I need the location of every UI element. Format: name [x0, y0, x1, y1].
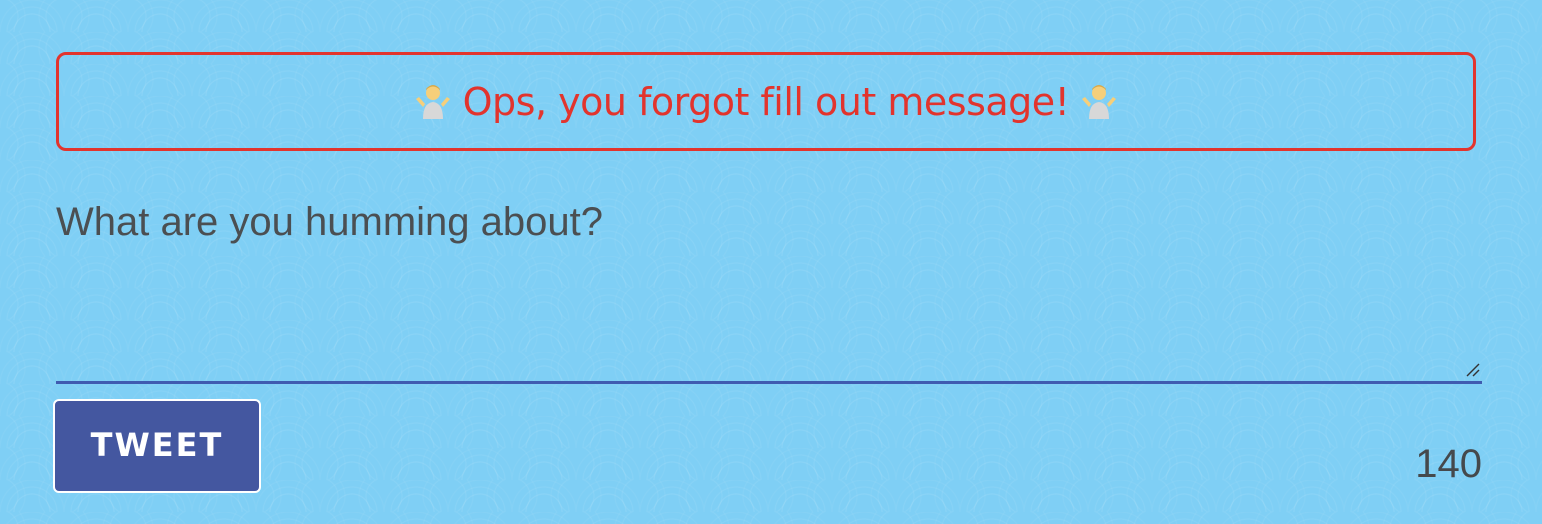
error-message-text: Ops, you forgot fill out message! — [462, 79, 1070, 124]
tweet-button[interactable]: TWEET — [53, 399, 261, 493]
error-message: Ops, you forgot fill out message! — [403, 80, 1130, 124]
person-shrugging-icon — [1082, 84, 1117, 119]
tweet-composer — [56, 186, 1482, 384]
message-textarea[interactable] — [56, 186, 1482, 381]
resize-handle-icon[interactable] — [1464, 361, 1480, 377]
error-banner: Ops, you forgot fill out message! — [56, 52, 1476, 151]
character-counter: 140 — [1415, 442, 1482, 486]
person-shrugging-icon — [415, 84, 450, 119]
